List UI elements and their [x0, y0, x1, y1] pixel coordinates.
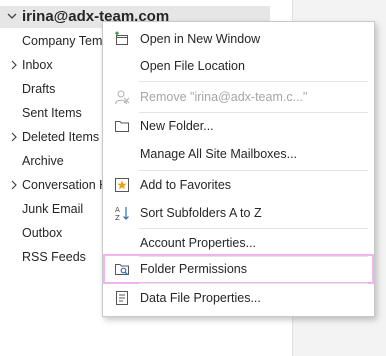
folder-icon: [115, 121, 129, 132]
folder-label: Conversation H: [22, 178, 109, 192]
folder-label: Junk Email: [22, 202, 84, 216]
menu-item-label: Open in New Window: [140, 32, 261, 46]
folder-label: Archive: [22, 154, 64, 168]
folder-label: Deleted Items: [22, 130, 100, 144]
folder-label: Company Temp: [22, 34, 110, 48]
menu-item-new-folder[interactable]: New Folder...: [103, 114, 374, 138]
new-window-icon: [115, 31, 128, 45]
menu-item-label: Folder Permissions: [140, 262, 247, 276]
menu-separator: [139, 112, 368, 113]
folder-label: Inbox: [22, 58, 53, 72]
menu-item-label: Sort Subfolders A to Z: [140, 206, 262, 220]
folder-label: Drafts: [22, 82, 56, 96]
menu-item-label: Data File Properties...: [140, 291, 261, 305]
remove-user-icon: [115, 90, 130, 105]
folder-label: Outbox: [22, 226, 63, 240]
menu-item-label: New Folder...: [140, 119, 214, 133]
folder-label: RSS Feeds: [22, 250, 86, 264]
menu-item-remove-account: Remove "irina@adx-team.c...": [103, 85, 374, 109]
svg-text:A: A: [115, 206, 120, 214]
menu-item-label: Manage All Site Mailboxes...: [140, 147, 298, 161]
menu-item-label: Remove "irina@adx-team.c...": [140, 90, 308, 104]
menu-separator: [139, 170, 368, 171]
sort-az-icon: A Z: [115, 206, 129, 221]
svg-text:Z: Z: [115, 214, 120, 221]
chevron-right-icon[interactable]: [10, 60, 18, 70]
chevron-right-icon[interactable]: [10, 132, 18, 142]
menu-item-label: Open File Location: [140, 59, 245, 73]
menu-item-folder-permissions[interactable]: Folder Permissions: [103, 257, 374, 281]
menu-separator: [139, 283, 368, 284]
menu-item-sort-subfolders[interactable]: A Z Sort Subfolders A to Z: [103, 201, 374, 225]
menu-separator: [139, 228, 368, 229]
chevron-right-icon[interactable]: [10, 180, 18, 190]
folder-label: Sent Items: [22, 106, 82, 120]
folder-permissions-icon: [115, 264, 129, 275]
menu-item-label: Account Properties...: [140, 236, 257, 250]
favorites-star-icon: [115, 178, 129, 192]
context-menu: Open in New Window Open File Location Re…: [102, 21, 375, 317]
menu-item-account-properties[interactable]: Account Properties...: [103, 231, 374, 255]
menu-separator: [139, 81, 368, 82]
chevron-down-icon[interactable]: [7, 11, 17, 21]
menu-item-data-file-properties[interactable]: Data File Properties...: [103, 286, 374, 310]
menu-item-open-file-location[interactable]: Open File Location: [103, 54, 374, 78]
data-file-icon: [116, 291, 128, 305]
menu-item-add-to-favorites[interactable]: Add to Favorites: [103, 173, 374, 197]
menu-item-manage-site-mailboxes[interactable]: Manage All Site Mailboxes...: [103, 142, 374, 166]
menu-item-open-in-new-window[interactable]: Open in New Window: [103, 27, 374, 51]
menu-item-label: Add to Favorites: [140, 178, 232, 192]
